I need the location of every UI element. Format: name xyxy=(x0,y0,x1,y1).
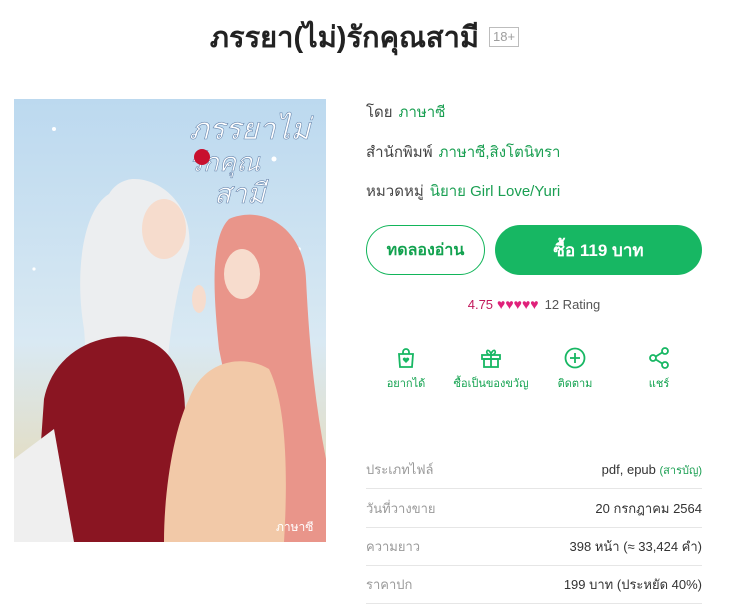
spec-value: 20 กรกฎาคม 2564 xyxy=(595,501,702,516)
rating-row: 4.75 ♥♥♥♥♥ 12 Rating xyxy=(366,296,702,312)
spec-key: วันที่วางขาย xyxy=(366,501,436,516)
follow-action[interactable]: ติดตาม xyxy=(535,346,615,392)
cover-title-line1: ภรรยาไม่ xyxy=(189,112,314,147)
buy-button[interactable]: ซื้อ 119 บาท xyxy=(495,225,702,275)
share-action[interactable]: แชร์ xyxy=(619,346,699,392)
title-row: ภรรยา(ไม่)รักคุณสามี 18+ xyxy=(0,14,729,60)
share-label: แชร์ xyxy=(648,378,670,390)
category-line: หมวดหมู่ นิยาย Girl Love/Yuri xyxy=(366,179,560,203)
rating-count: 12 Rating xyxy=(544,297,601,312)
publisher-line: สำนักพิมพ์ ภาษาซี,สิงโตนิทรา xyxy=(366,140,560,164)
wishlist-action[interactable]: อยากได้ xyxy=(366,346,446,392)
share-icon xyxy=(649,347,669,369)
book-title: ภรรยา(ไม่)รักคุณสามี xyxy=(209,22,480,54)
author-link[interactable]: ภาษาซี xyxy=(399,104,446,121)
spec-key: ความยาว xyxy=(366,539,421,554)
gift-icon xyxy=(481,349,501,368)
wishlist-bag-icon xyxy=(398,348,414,368)
table-of-contents-link[interactable]: (สารบัญ) xyxy=(660,465,702,477)
spec-value: pdf, epub xyxy=(601,461,656,477)
action-bar: อยากได้ ซื้อเป็นของขวัญ ติดตาม แชร์ xyxy=(366,346,702,396)
publisher-label: สำนักพิมพ์ xyxy=(366,144,433,161)
gift-action[interactable]: ซื้อเป็นของขวัญ xyxy=(451,346,531,392)
rating-score: 4.75 xyxy=(467,297,494,312)
rating-hearts-icon: ♥♥♥♥♥ xyxy=(497,296,539,312)
cover-title-line3: สามี xyxy=(214,177,269,210)
author-label: โดย xyxy=(366,104,393,121)
spec-row-length: ความยาว 398 หน้า (≈ 33,424 คำ) xyxy=(366,528,702,566)
plus-circle-icon xyxy=(564,347,586,369)
category-link[interactable]: นิยาย Girl Love/Yuri xyxy=(430,183,560,200)
category-label: หมวดหมู่ xyxy=(366,183,424,200)
book-cover[interactable]: ภรรยาไม่ รักคุณ สามี ภาษาซี xyxy=(14,99,326,542)
spec-row-file-type: ประเภทไฟล์ pdf, epub (สารบัญ) xyxy=(366,451,702,489)
spec-key: ราคาปก xyxy=(366,577,413,592)
author-line: โดย ภาษาซี xyxy=(366,100,445,124)
cover-illustration: ภรรยาไม่ รักคุณ สามี ภาษาซี xyxy=(14,99,326,542)
spec-value: 398 หน้า (≈ 33,424 คำ) xyxy=(569,539,702,554)
cover-signature: ภาษาซี xyxy=(276,520,313,534)
spec-key: ประเภทไฟล์ xyxy=(366,462,434,477)
wishlist-label: อยากได้ xyxy=(386,378,426,390)
follow-label: ติดตาม xyxy=(557,378,593,390)
spec-value: 199 บาท (ประหยัด 40%) xyxy=(563,577,702,592)
spec-row-release-date: วันที่วางขาย 20 กรกฎาคม 2564 xyxy=(366,490,702,528)
age-rating-badge: 18+ xyxy=(489,27,520,47)
trial-read-button[interactable]: ทดลองอ่าน xyxy=(366,225,485,275)
spec-row-cover-price: ราคาปก 199 บาท (ประหยัด 40%) xyxy=(366,566,702,604)
gift-label: ซื้อเป็นของขวัญ xyxy=(453,378,529,390)
publisher-link[interactable]: ภาษาซี,สิงโตนิทรา xyxy=(439,144,561,161)
